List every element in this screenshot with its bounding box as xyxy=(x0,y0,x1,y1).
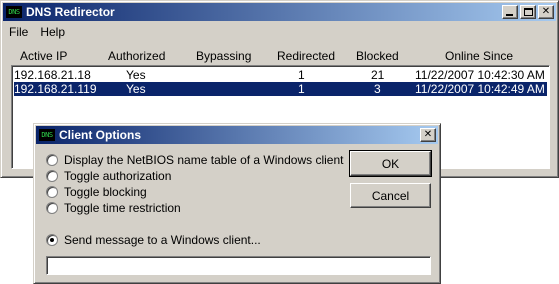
cell-ip: 192.168.21.119 xyxy=(14,82,97,96)
cell-online-since: 11/22/2007 10:42:49 AM xyxy=(415,82,545,96)
cell-blocked: 3 xyxy=(374,82,381,96)
cell-redirected: 1 xyxy=(298,82,305,96)
option-toggle-blocking[interactable]: Toggle blocking xyxy=(46,184,147,200)
radio-button[interactable] xyxy=(46,170,58,182)
dialog-title: Client Options xyxy=(59,128,141,142)
cancel-button[interactable]: Cancel xyxy=(350,183,431,208)
column-header-redirected[interactable]: Redirected xyxy=(277,49,335,63)
cell-authorized: Yes xyxy=(126,68,146,82)
close-button[interactable]: ✕ xyxy=(538,5,554,19)
cell-ip: 192.168.21.18 xyxy=(14,68,91,82)
option-send-message[interactable]: Send message to a Windows client... xyxy=(46,232,261,248)
main-titlebar[interactable]: DNS DNS Redirector ✕ xyxy=(3,3,556,21)
cell-authorized: Yes xyxy=(126,82,146,96)
cell-blocked: 21 xyxy=(371,68,385,82)
radio-button[interactable] xyxy=(46,186,58,198)
column-header-online-since[interactable]: Online Since xyxy=(445,49,513,63)
column-headers: Active IP Authorized Bypassing Redirecte… xyxy=(4,47,555,64)
ok-button[interactable]: OK xyxy=(349,150,432,177)
menu-file[interactable]: File xyxy=(3,25,34,39)
radio-button[interactable] xyxy=(46,202,58,214)
cell-redirected: 1 xyxy=(298,68,305,82)
option-label: Toggle time restriction xyxy=(64,201,181,215)
option-label: Send message to a Windows client... xyxy=(64,233,261,247)
table-row-selected[interactable]: 192.168.21.119 Yes 1 3 11/22/2007 10:42:… xyxy=(14,82,547,96)
option-toggle-time-restriction[interactable]: Toggle time restriction xyxy=(46,200,181,216)
radio-button[interactable] xyxy=(46,154,58,166)
column-header-bypassing[interactable]: Bypassing xyxy=(196,49,251,63)
minimize-button[interactable] xyxy=(502,5,518,19)
column-header-active-ip[interactable]: Active IP xyxy=(20,49,67,63)
maximize-button[interactable] xyxy=(520,5,536,19)
option-netbios[interactable]: Display the NetBIOS name table of a Wind… xyxy=(46,152,343,168)
message-input[interactable] xyxy=(46,256,431,275)
table-row[interactable]: 192.168.21.18 Yes 1 21 11/22/2007 10:42:… xyxy=(14,68,547,82)
dialog-titlebar[interactable]: DNS Client Options ✕ xyxy=(36,126,438,144)
option-label: Display the NetBIOS name table of a Wind… xyxy=(64,153,344,167)
column-header-blocked[interactable]: Blocked xyxy=(356,49,399,63)
radio-button-checked[interactable] xyxy=(46,234,58,246)
dialog-close-button[interactable]: ✕ xyxy=(420,128,436,142)
option-toggle-authorization[interactable]: Toggle authorization xyxy=(46,168,171,184)
option-label: Toggle authorization xyxy=(64,169,172,183)
close-icon: ✕ xyxy=(423,129,433,140)
menu-help[interactable]: Help xyxy=(34,25,71,39)
maximize-icon xyxy=(524,8,533,16)
option-label: Toggle blocking xyxy=(64,185,147,199)
close-icon: ✕ xyxy=(541,6,551,17)
window-title: DNS Redirector xyxy=(26,5,115,19)
column-header-authorized[interactable]: Authorized xyxy=(108,49,165,63)
cell-online-since: 11/22/2007 10:42:30 AM xyxy=(415,68,545,82)
dns-app-icon: DNS xyxy=(6,6,22,18)
dns-dialog-icon: DNS xyxy=(39,129,55,141)
minimize-icon xyxy=(506,14,513,16)
menubar: File Help xyxy=(3,22,556,41)
client-options-dialog: DNS Client Options ✕ Display the NetBIOS… xyxy=(33,123,441,284)
